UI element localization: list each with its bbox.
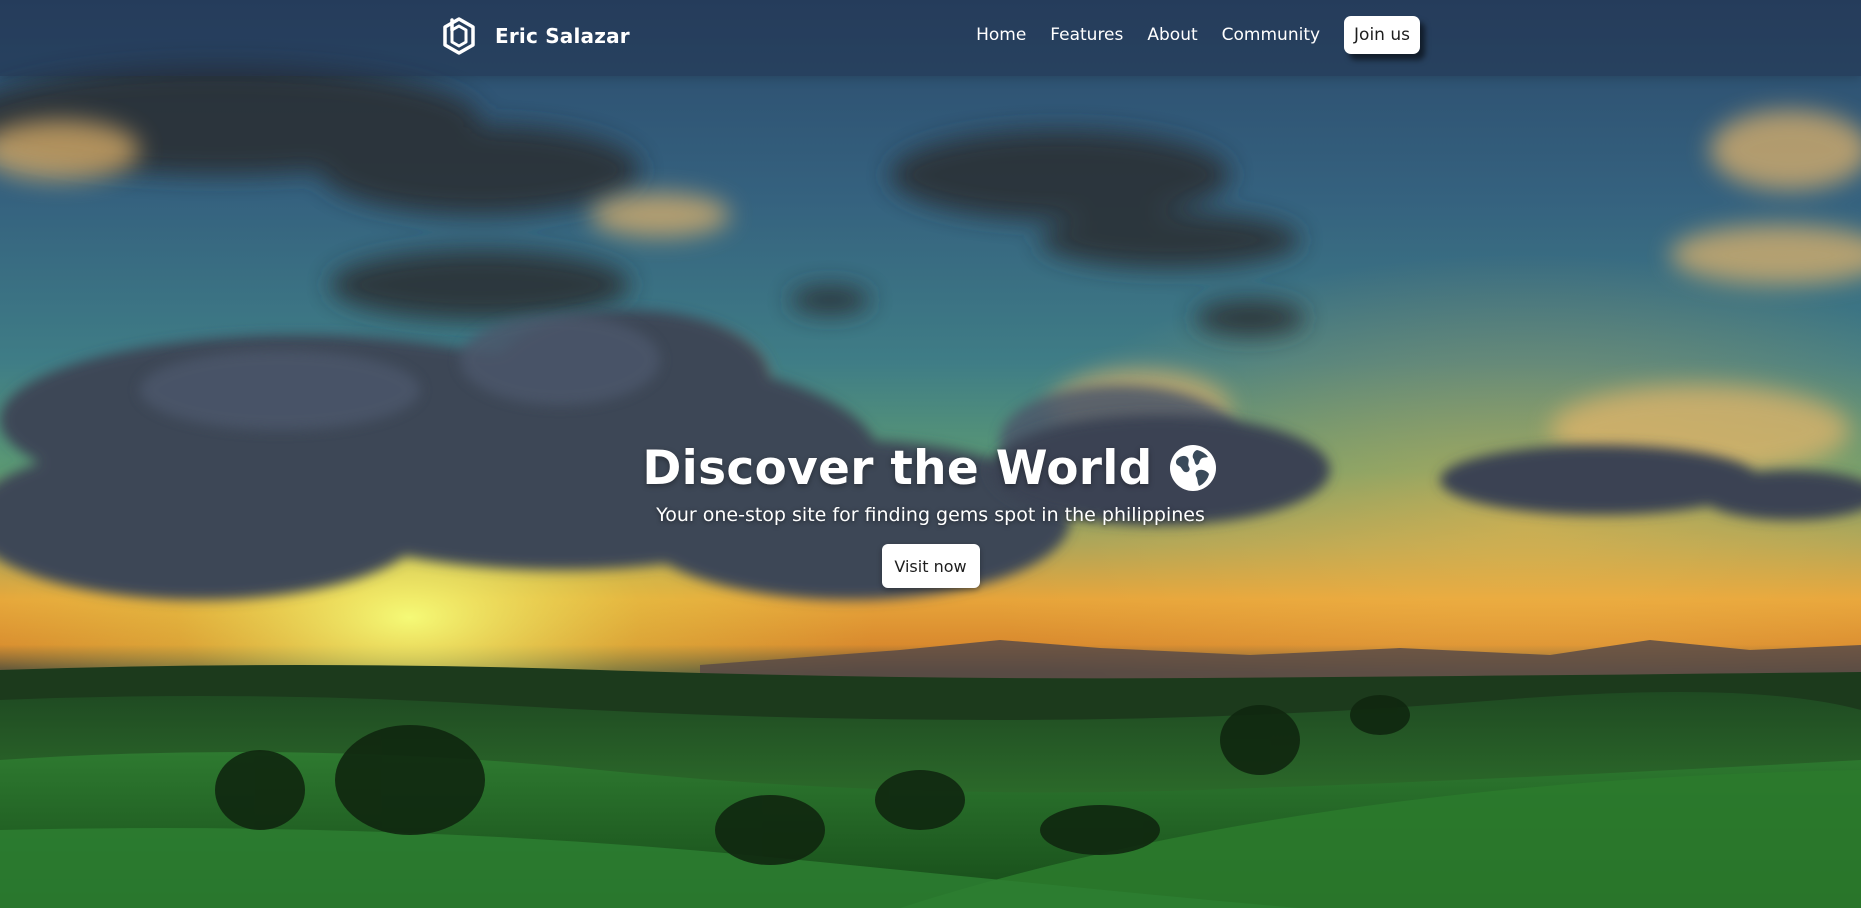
hero-title: Discover the World bbox=[642, 440, 1153, 496]
hexagon-logo-icon bbox=[443, 17, 475, 55]
nav-link-home[interactable]: Home bbox=[976, 25, 1026, 45]
globe-icon bbox=[1169, 445, 1216, 491]
join-us-button[interactable]: Join us bbox=[1344, 16, 1420, 54]
nav-link-about[interactable]: About bbox=[1147, 25, 1197, 45]
main-nav: Home Features About Community Join us bbox=[976, 16, 1420, 54]
hero-subtitle: Your one-stop site for finding gems spot… bbox=[656, 504, 1205, 526]
hero-title-row: Discover the World bbox=[642, 438, 1218, 498]
navbar: Eric Salazar Home Features About Communi… bbox=[0, 0, 1861, 76]
brand[interactable]: Eric Salazar bbox=[441, 14, 630, 58]
nav-link-community[interactable]: Community bbox=[1222, 25, 1320, 45]
brand-name: Eric Salazar bbox=[495, 24, 630, 48]
visit-now-button[interactable]: Visit now bbox=[881, 544, 980, 588]
page: Eric Salazar Home Features About Communi… bbox=[0, 0, 1861, 908]
hero-section: Discover the World Your one-stop site fo… bbox=[0, 438, 1861, 588]
nav-link-features[interactable]: Features bbox=[1050, 25, 1123, 45]
